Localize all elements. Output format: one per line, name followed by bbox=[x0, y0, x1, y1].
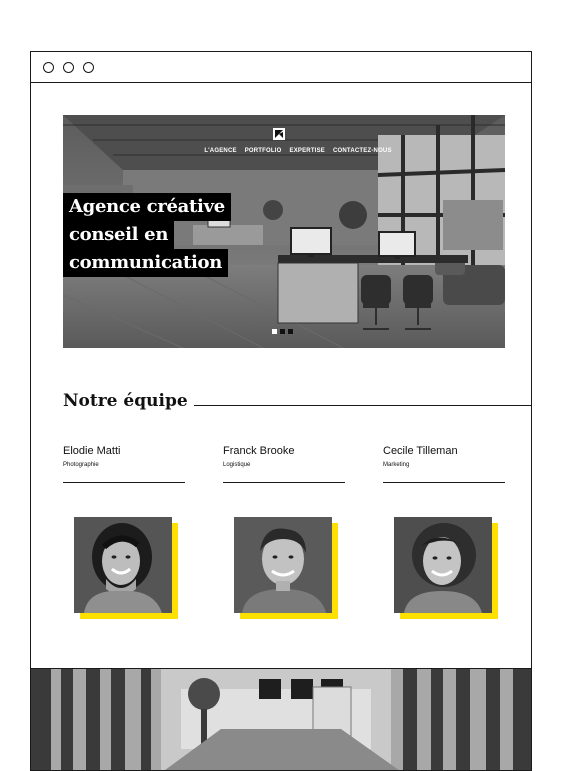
member-role: Logistique bbox=[223, 462, 251, 468]
member-photo[interactable] bbox=[74, 517, 172, 613]
member-divider bbox=[63, 482, 185, 483]
nav-item-portfolio[interactable]: PORTFOLIO bbox=[245, 148, 282, 154]
brand-logo-icon[interactable] bbox=[273, 128, 285, 140]
office-hallway-image bbox=[31, 668, 531, 770]
member-divider bbox=[223, 482, 345, 483]
member-photo[interactable] bbox=[234, 517, 332, 613]
hero-banner: L'AGENCE PORTFOLIO EXPERTISE CONTACTEZ-N… bbox=[63, 115, 505, 348]
window-control-minimize[interactable] bbox=[63, 62, 74, 73]
window-titlebar bbox=[31, 52, 531, 83]
member-photo-frame bbox=[234, 517, 338, 619]
team-member-card: Cecile Tilleman Marketing bbox=[383, 445, 505, 483]
section-title: Notre équipe bbox=[63, 391, 194, 411]
team-member-card: Franck Brooke Logistique bbox=[223, 445, 345, 483]
hero-headline: Agence créative conseil en communication bbox=[63, 193, 231, 277]
member-photo[interactable] bbox=[394, 517, 492, 613]
slide-dot[interactable] bbox=[280, 329, 285, 334]
slide-dot-active[interactable] bbox=[272, 329, 277, 334]
member-divider bbox=[383, 482, 505, 483]
slide-dot[interactable] bbox=[288, 329, 293, 334]
nav-item-contact[interactable]: CONTACTEZ-NOUS bbox=[333, 148, 392, 154]
member-role: Photographie bbox=[63, 462, 99, 468]
member-name: Elodie Matti bbox=[63, 445, 121, 457]
window-control-maximize[interactable] bbox=[83, 62, 94, 73]
browser-window: L'AGENCE PORTFOLIO EXPERTISE CONTACTEZ-N… bbox=[30, 51, 532, 771]
main-nav: L'AGENCE PORTFOLIO EXPERTISE CONTACTEZ-N… bbox=[77, 148, 505, 154]
team-member-card: Elodie Matti Photographie bbox=[63, 445, 185, 483]
headline-line: conseil en bbox=[63, 221, 175, 249]
window-control-close[interactable] bbox=[43, 62, 54, 73]
member-name: Cecile Tilleman bbox=[383, 445, 458, 457]
member-photo-frame bbox=[74, 517, 178, 619]
member-name: Franck Brooke bbox=[223, 445, 295, 457]
member-role: Marketing bbox=[383, 462, 410, 468]
slide-indicators bbox=[272, 329, 293, 334]
nav-item-expertise[interactable]: EXPERTISE bbox=[290, 148, 325, 154]
section-divider bbox=[181, 405, 531, 406]
headline-line: communication bbox=[63, 249, 229, 277]
headline-line: Agence créative bbox=[63, 193, 231, 221]
nav-item-agence[interactable]: L'AGENCE bbox=[204, 148, 236, 154]
member-photo-frame bbox=[394, 517, 498, 619]
